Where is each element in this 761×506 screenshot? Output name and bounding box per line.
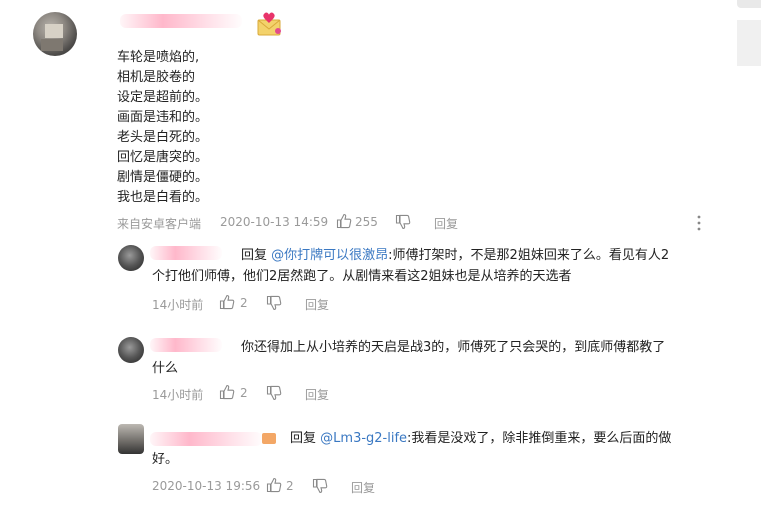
reply-avatar[interactable] [118,337,144,363]
reply-text-line: 好。 [152,452,179,467]
reply-content: 回复 @你打牌可以很激昂:师傅打架时，不是那2姐妹回来了么。看见有人2 [241,245,721,266]
thumbs-down-icon[interactable] [266,385,282,401]
reply-button[interactable]: 回复 [351,479,375,496]
thumbs-down-icon[interactable] [312,478,328,494]
like-count: 2 [240,386,248,400]
mention-link[interactable]: @你打牌可以很激昂 [271,248,388,263]
thumbs-up-icon[interactable] [266,477,282,493]
client-source: 来自安卓客户端 [117,217,202,231]
reply-button[interactable]: 回复 [434,215,458,232]
avatar[interactable] [33,12,77,56]
comment-line: 老头是白死的。 [117,130,209,145]
like-count: 2 [286,479,294,493]
reply-text-line: 个打他们师傅，他们2居然跑了。从剧情来看这2姐妹也是从培养的天选者 [152,269,572,284]
comment-line: 设定是超前的。 [117,90,209,105]
mention-link[interactable]: @Lm3-g2-life [320,431,407,446]
like-count: 2 [240,296,248,310]
comment-time: 2020-10-13 14:59 [220,215,329,229]
reply-text-line: 你还得加上从小培养的天启是战3的，师傅死了只会哭的，到底师傅都教了 [241,340,666,355]
reply-username-blurred[interactable] [150,246,222,260]
more-vertical-icon[interactable] [692,214,706,232]
reply-avatar[interactable] [118,424,144,454]
username-blurred[interactable] [120,14,242,28]
reply-button[interactable]: 回复 [305,386,329,403]
thumbs-up-icon[interactable] [336,213,352,229]
thumbs-up-icon[interactable] [219,294,235,310]
reply-time: 2020-10-13 19:56 [152,479,261,493]
reply-time: 14小时前 [152,298,204,312]
reply-prefix: 回复 [241,248,268,263]
like-count: 255 [355,215,378,229]
comment-line: 回忆是唐突的。 [117,150,209,165]
comment-line: 画面是违和的。 [117,110,209,125]
reply-text-line: :我看是没戏了，除非推倒重来，要么后面的做 [407,431,672,446]
reply-button[interactable]: 回复 [305,296,329,313]
thumbs-up-icon[interactable] [219,384,235,400]
thumbs-down-icon[interactable] [395,214,411,230]
reply-content: 回复 @Lm3-g2-life:我看是没戏了，除非推倒重来，要么后面的做 [290,428,671,449]
thumbs-down-icon[interactable] [266,295,282,311]
reply-time: 14小时前 [152,388,204,402]
comment-line: 我也是白看的。 [117,190,209,205]
reply-username-blurred[interactable] [150,338,222,352]
comment-line: 相机是胶卷的 [117,70,196,85]
comment-line: 剧情是僵硬的。 [117,170,209,185]
reply-avatar[interactable] [118,245,144,271]
love-letter-icon [256,11,284,36]
comment-line: 车轮是喷焰的, [117,50,200,65]
scrollbar-thumb[interactable] [737,20,761,66]
level-icon [262,433,276,444]
reply-text-line: 什么 [152,361,179,376]
reply-username-blurred[interactable] [150,432,262,446]
reply-text-line: :师傅打架时，不是那2姐妹回来了么。看见有人2 [388,248,670,263]
reply-prefix: 回复 [290,431,317,446]
scrollbar-top[interactable] [737,0,761,8]
